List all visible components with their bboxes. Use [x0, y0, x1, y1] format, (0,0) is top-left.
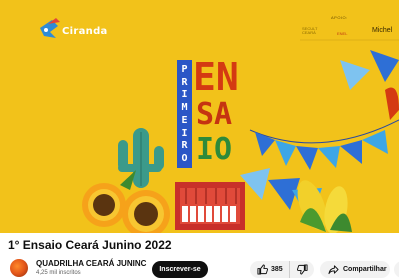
vertical-letter: R	[181, 140, 188, 152]
more-actions-button[interactable]	[394, 261, 399, 278]
channel-name-link[interactable]: QUADRILHA CEARÁ JUNINC	[36, 259, 146, 268]
vertical-letter: P	[181, 63, 188, 75]
like-count: 385	[271, 266, 283, 273]
like-dislike-group: 385	[250, 261, 314, 278]
vertical-letter: O	[181, 153, 188, 165]
vertical-letter: I	[181, 127, 188, 139]
dislike-button[interactable]	[290, 261, 314, 278]
vertical-letter: I	[181, 89, 188, 101]
like-button[interactable]: 385	[250, 261, 290, 278]
accordion-illustration	[175, 182, 245, 230]
thumbnail-logo-text: Ciranda	[62, 26, 108, 37]
thumbnail-headline-line2: SA	[196, 97, 233, 132]
sponsor-logo-secult: SECULT CEARÁ	[302, 26, 318, 35]
thumbnail-headline-line1: EN	[193, 55, 239, 99]
vertical-letter: R	[181, 76, 188, 88]
share-arrow-icon	[328, 264, 339, 275]
sponsor-logo-enel: ENEL	[337, 31, 348, 36]
video-title: 1° Ensaio Ceará Junino 2022	[8, 238, 172, 252]
thumbnail-headline-line3: IO	[196, 132, 233, 167]
vertical-letter: E	[181, 114, 188, 126]
thumbs-up-icon	[257, 264, 268, 275]
sponsor-heading: APOIO:	[331, 15, 348, 20]
sponsor-logo-michel: Michel	[372, 27, 393, 34]
channel-avatar[interactable]	[10, 259, 28, 277]
subscriber-count: 4,25 mil inscritos	[36, 270, 81, 276]
video-player[interactable]: Ciranda APOIO: SECULT CEARÁ ENEL Michel …	[0, 0, 399, 233]
vertical-letter: M	[181, 102, 188, 114]
share-label: Compartilhar	[343, 266, 387, 273]
subscribe-button[interactable]: Inscrever-se	[152, 261, 208, 278]
thumbnail-vertical-word: P R I M E I R O	[177, 60, 192, 168]
share-button[interactable]: Compartilhar	[320, 261, 390, 278]
thumbs-down-icon	[296, 264, 308, 275]
